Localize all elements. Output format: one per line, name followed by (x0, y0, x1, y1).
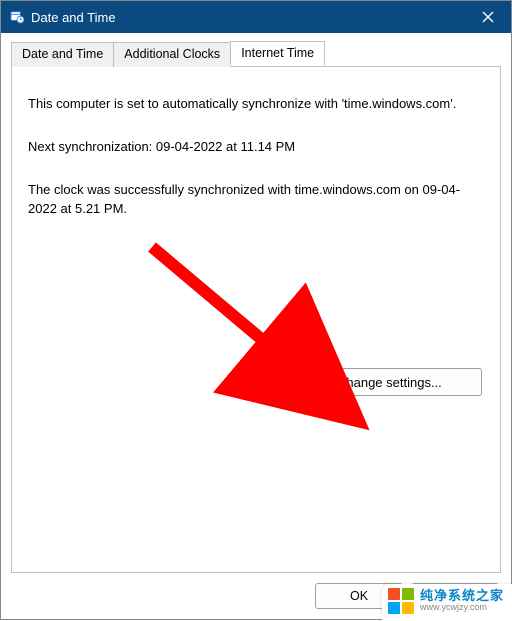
tab-additional-clocks[interactable]: Additional Clocks (113, 42, 231, 67)
sync-status-text: This computer is set to automatically sy… (28, 95, 484, 114)
uac-shield-icon (317, 374, 333, 390)
date-time-icon (9, 9, 25, 25)
window-title: Date and Time (31, 10, 116, 25)
date-time-window: Date and Time Date and Time Additional C… (0, 0, 512, 620)
titlebar: Date and Time (1, 1, 511, 33)
internet-time-panel: This computer is set to automatically sy… (11, 67, 501, 573)
watermark-text-url: www.ycwjzy.com (420, 603, 504, 613)
watermark-text-cn: 纯净系统之家 (420, 589, 504, 603)
tab-area: Date and Time Additional Clocks Internet… (1, 33, 511, 573)
tab-strip: Date and Time Additional Clocks Internet… (11, 41, 501, 67)
close-icon (482, 11, 494, 23)
annotation-arrow (142, 237, 392, 437)
tab-date-and-time[interactable]: Date and Time (11, 42, 114, 67)
change-settings-label: Change settings... (337, 375, 442, 390)
watermark-logo-icon (388, 588, 414, 614)
tab-internet-time[interactable]: Internet Time (230, 41, 325, 66)
next-sync-text: Next synchronization: 09-04-2022 at 11.1… (28, 138, 484, 157)
close-button[interactable] (465, 1, 511, 33)
change-settings-button[interactable]: Change settings... (312, 368, 482, 396)
watermark: 纯净系统之家 www.ycwjzy.com (382, 584, 512, 620)
last-sync-text: The clock was successfully synchronized … (28, 181, 484, 219)
